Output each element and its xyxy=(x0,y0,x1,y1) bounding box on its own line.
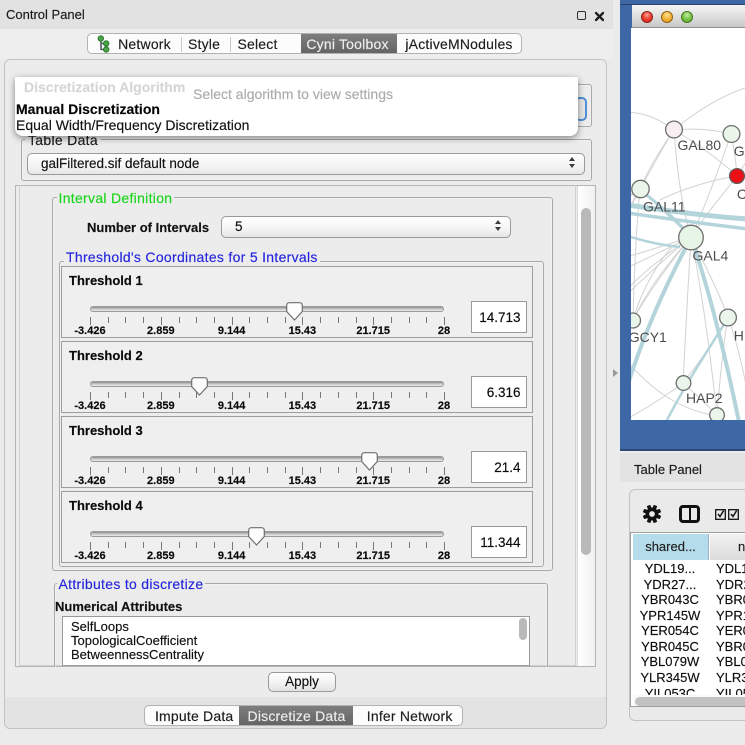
svg-text:HIS: HIS xyxy=(734,328,745,344)
svg-text:GAL80: GAL80 xyxy=(678,137,722,153)
svg-text:GAL4: GAL4 xyxy=(693,248,729,264)
svg-text:HAP2: HAP2 xyxy=(686,390,723,406)
svg-text:GCY1: GCY1 xyxy=(631,329,667,345)
svg-text:C: C xyxy=(737,186,745,202)
svg-text:GAL11: GAL11 xyxy=(643,199,686,215)
svg-text:GA: GA xyxy=(734,143,745,159)
